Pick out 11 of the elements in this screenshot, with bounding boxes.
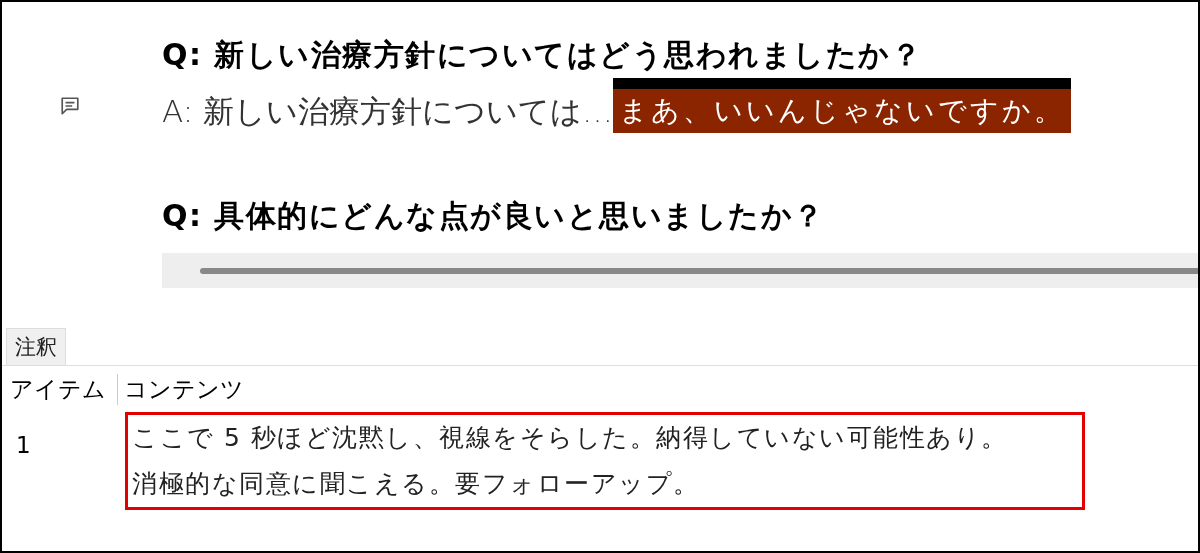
scrollbar[interactable] bbox=[200, 267, 1198, 274]
question-text: Q: 新しい治療方針についてはどう思われましたか？ bbox=[162, 36, 923, 74]
comment-icon[interactable] bbox=[60, 95, 80, 116]
annotations-tab[interactable]: 注釈 bbox=[6, 328, 66, 365]
highlighted-text[interactable]: まあ、いいんじゃないですか。 bbox=[612, 78, 1071, 133]
annotation-content[interactable]: ここで 5 秒ほど沈黙し、視線をそらした。納得していない可能性あり。 消極的な同意に聞こえる。要フォローアップ。 bbox=[125, 412, 1085, 510]
column-header: アイテム bbox=[9, 374, 107, 404]
item-number: 1 bbox=[15, 431, 32, 458]
answer-text: A: 新しい治療方針については… bbox=[162, 92, 613, 131]
column-header: コンテンツ bbox=[117, 373, 244, 405]
question-text: Q: 具体的にどんな点が良いと思いましたか？ bbox=[162, 197, 825, 235]
